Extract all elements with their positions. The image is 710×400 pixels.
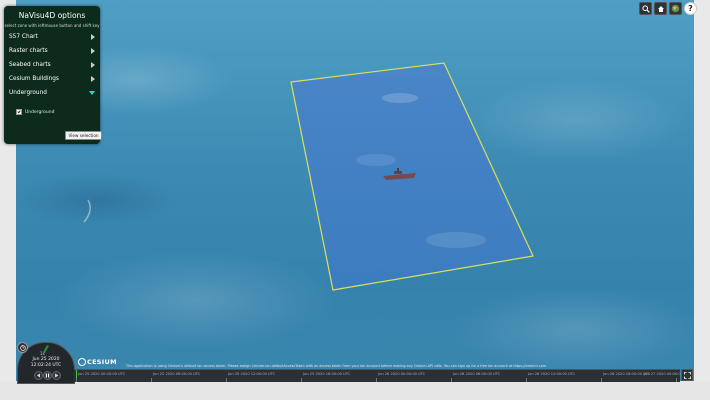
help-icon: ? (688, 4, 693, 13)
search-button[interactable] (639, 2, 652, 15)
menu-item-label: Seabed charts (9, 61, 51, 68)
options-panel: NaVisu4D options select zone with leftmo… (4, 6, 102, 144)
timeline[interactable]: Jun 25 2020 00:00:00 UTC Jun 25 2020 06:… (74, 369, 691, 382)
menu-item-label: S57 Chart (9, 33, 38, 40)
clock-icon (19, 344, 26, 351)
timeline-tick-label: Jun 26 2020 12:00:00 UTC (528, 372, 576, 376)
rewind-icon (37, 373, 40, 378)
animation-time: 12:02:24 UTC (30, 363, 62, 368)
chevron-right-icon (91, 75, 95, 82)
timeline-tick-label: Jun 25 2020 12:00:00 UTC (228, 372, 276, 376)
fullscreen-icon (683, 371, 691, 379)
base-layer-picker-button[interactable] (669, 2, 682, 15)
menu-item-label: Cesium Buildings (9, 75, 59, 82)
menu-item-label: Underground (9, 89, 47, 96)
menu-item-raster-charts[interactable]: Raster charts (9, 45, 97, 56)
timeline-tick-label: Jun 25 2020 06:00:00 UTC (153, 372, 201, 376)
panel-title: NaVisu4D options (18, 11, 86, 20)
ocean-scene (83, 62, 534, 291)
animation-speed: 1x (40, 351, 45, 356)
animation-date: Jun 25 2020 (32, 357, 60, 362)
view-selection-button[interactable]: View selection (65, 131, 102, 140)
menu-item-s57-chart[interactable]: S57 Chart (9, 31, 97, 42)
menu-item-seabed-charts[interactable]: Seabed charts (9, 59, 97, 70)
play-button[interactable] (52, 371, 61, 380)
timeline-tick-label: Jun 26 2020 00:00:00 UTC (378, 372, 426, 376)
menu-item-cesium-buildings[interactable]: Cesium Buildings (9, 73, 97, 84)
chevron-down-icon (89, 90, 95, 95)
timeline-tick (451, 378, 452, 382)
play-icon (55, 373, 59, 378)
help-button[interactable]: ? (684, 2, 697, 15)
cesium-logo-icon (78, 358, 86, 366)
chevron-right-icon (91, 61, 95, 68)
credit-text[interactable]: This application is using Cesium's defau… (126, 364, 686, 368)
timeline-tick-label: Jun 26 2020 06:00:00 UTC (453, 372, 501, 376)
right-margin (694, 0, 710, 381)
underground-checkbox[interactable] (16, 109, 22, 115)
chevron-right-icon (91, 47, 95, 54)
search-icon (641, 4, 650, 13)
timeline-tick (601, 378, 602, 382)
menu-item-label: Raster charts (9, 47, 48, 54)
timeline-tick (226, 378, 227, 382)
home-button[interactable] (654, 2, 667, 15)
menu-item-underground[interactable]: Underground (9, 87, 97, 98)
clock-button[interactable] (17, 342, 28, 353)
timeline-tick (676, 378, 677, 382)
toolbar: ? (639, 2, 697, 15)
globe-viewer[interactable] (16, 0, 694, 381)
timeline-tick (76, 378, 77, 382)
cesium-logo[interactable]: CESIUM (78, 358, 117, 366)
chevron-right-icon (91, 33, 95, 40)
timeline-tick (151, 378, 152, 382)
panel-subtitle: select zone with leftmouse button and sh… (4, 23, 100, 28)
timeline-tick (301, 378, 302, 382)
timeline-tick (376, 378, 377, 382)
cesium-logo-text: CESIUM (87, 358, 117, 366)
fullscreen-button[interactable] (681, 369, 693, 381)
timeline-tick-label: Jun 25 2020 18:00:00 UTC (303, 372, 351, 376)
pause-button[interactable] (43, 371, 52, 380)
pause-icon (45, 373, 50, 378)
checkbox-label: Underground (25, 109, 55, 115)
rewind-button[interactable] (34, 371, 43, 380)
timeline-tick (526, 378, 527, 382)
underground-checkbox-row[interactable]: Underground (16, 109, 54, 115)
layers-icon (671, 4, 680, 13)
home-icon (657, 5, 664, 12)
timeline-tick-label: Jun 25 2020 00:00:00 UTC (78, 372, 126, 376)
